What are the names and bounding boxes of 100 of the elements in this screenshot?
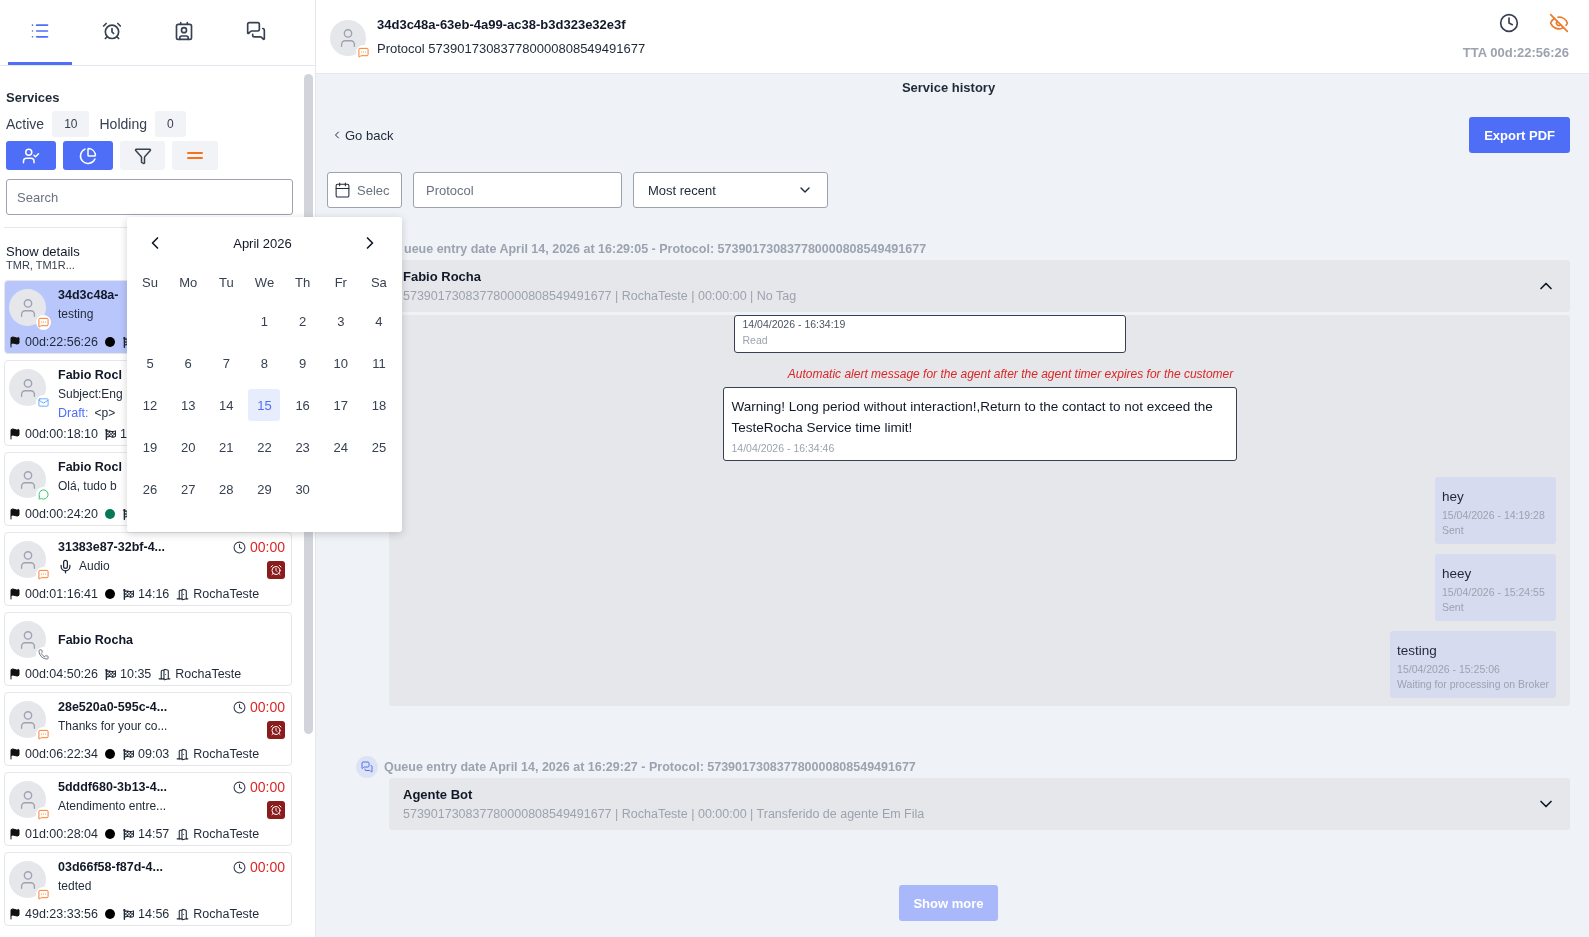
entry-name: Fabio Rocha xyxy=(403,269,481,284)
stats-button[interactable] xyxy=(63,141,113,170)
calendar-day[interactable]: 14 xyxy=(210,389,243,421)
message-time: 14/04/2026 - 16:34:46 xyxy=(731,442,835,454)
finish-time: 1 xyxy=(120,427,127,441)
clock-icon xyxy=(232,860,246,874)
service-card[interactable]: 31383e87-32bf-4... Audio 00:00 00d:01:16:41 14:16 RochaTeste xyxy=(4,532,292,606)
search-field[interactable]: Search xyxy=(6,179,293,215)
calendar-day[interactable]: 29 xyxy=(248,473,281,505)
calendar-day[interactable]: 19 xyxy=(134,431,167,463)
door-icon xyxy=(176,587,190,601)
calendar-day[interactable]: 1 xyxy=(248,305,281,337)
finish-time: 10:35 xyxy=(120,667,152,681)
date-picker-field[interactable]: Selec xyxy=(327,172,402,208)
calendar-day[interactable]: 25 xyxy=(362,431,395,463)
calendar-day[interactable]: 9 xyxy=(286,347,319,379)
weekday-label: Mo xyxy=(179,274,198,292)
calendar-day[interactable]: 22 xyxy=(248,431,281,463)
calendar-day[interactable]: 28 xyxy=(210,473,243,505)
calendar-day[interactable]: 23 xyxy=(286,431,319,463)
message-text: testing xyxy=(1397,643,1437,658)
calendar-day[interactable]: 17 xyxy=(324,389,357,421)
flag-icon xyxy=(9,508,21,520)
calendar-day[interactable]: 18 xyxy=(362,389,395,421)
calendar-day[interactable]: 21 xyxy=(210,431,243,463)
checkered-flag-icon xyxy=(123,588,134,600)
queue-name: RochaTeste xyxy=(193,747,260,761)
weekday-label: Tu xyxy=(219,274,234,292)
calendar-day[interactable]: 8 xyxy=(248,347,281,379)
calendar-day[interactable]: 30 xyxy=(286,473,319,505)
calendar-day[interactable]: 7 xyxy=(210,347,243,379)
message-status: Sent xyxy=(1442,524,1464,536)
door-icon xyxy=(176,747,190,761)
weekday-label: Th xyxy=(295,274,311,292)
export-pdf-button[interactable]: Export PDF xyxy=(1469,117,1570,153)
contact-name: 03d66f58-f87d-4... xyxy=(58,859,163,875)
entry-header[interactable]: Agente Bot 573901730837780000808549491677 | RochaTeste | 00:00:00 | Transferido de agente Em Fila xyxy=(389,778,1570,830)
calendar-day[interactable]: 6 xyxy=(172,347,205,379)
door-icon xyxy=(158,667,172,681)
chat-icon xyxy=(36,887,51,902)
service-card[interactable]: 5dddf680-3b13-4... Atendimento entre... 00:00 01d:00:28:04 14:57 RochaTeste xyxy=(4,772,292,846)
clock-icon xyxy=(232,780,246,794)
calendar-day[interactable]: 16 xyxy=(286,389,319,421)
contact-name: Fabio Rocl xyxy=(58,367,122,383)
elapsed-time: 00d:22:56:26 xyxy=(25,335,98,349)
tta-time: TTA 00d:22:56:26 xyxy=(1462,45,1569,60)
calendar-day[interactable]: 24 xyxy=(324,431,357,463)
message-status: Waiting for processing on Broker xyxy=(1397,678,1549,690)
counter-label: Holding xyxy=(99,116,147,132)
clock-icon[interactable] xyxy=(1499,13,1519,33)
weekday-label: Su xyxy=(142,274,158,292)
last-message: Olá, tudo b xyxy=(58,478,117,494)
back-link[interactable]: Go back xyxy=(331,127,394,143)
calendar-day[interactable]: 3 xyxy=(324,305,357,337)
checkered-flag-icon xyxy=(105,668,116,680)
weekday-label: Fr xyxy=(334,274,347,292)
entry-info: 573901730837780000808549491677 | RochaTeste | 00:00:00 | Transferido de agente Em Fila xyxy=(403,807,925,821)
contact-name: Fabio Rocha xyxy=(58,632,133,648)
checkered-flag-icon xyxy=(123,908,134,920)
service-card[interactable]: 03d66f58-f87d-4... tedted 00:00 49d:23:33:56 14:56 RochaTeste xyxy=(4,852,292,926)
timer: 00:00 xyxy=(232,539,285,555)
door-icon xyxy=(176,827,190,841)
calendar-day[interactable]: 5 xyxy=(134,347,167,379)
assign-button[interactable] xyxy=(6,141,56,170)
message-time: 15/04/2026 - 15:25:06 xyxy=(1397,663,1500,675)
finish-time: 09:03 xyxy=(138,747,170,761)
calendar-day[interactable]: 10 xyxy=(324,347,357,379)
checkered-flag-icon xyxy=(123,828,134,840)
calendar-day[interactable]: 2 xyxy=(286,305,319,337)
chat-icon xyxy=(356,44,371,60)
calendar-day[interactable]: 11 xyxy=(362,347,395,379)
show-details-link[interactable]: Show details xyxy=(6,244,80,259)
calendar-day[interactable]: 26 xyxy=(134,473,167,505)
calendar-day[interactable]: 27 xyxy=(172,473,205,505)
filter-icon xyxy=(133,146,152,165)
calendar-day[interactable]: 20 xyxy=(172,431,205,463)
filter-button[interactable] xyxy=(120,141,165,170)
alarm-clock-icon xyxy=(102,21,122,41)
message-time: 14/04/2026 - 16:34:19 xyxy=(742,318,846,330)
calendar-day[interactable]: 13 xyxy=(172,389,205,421)
last-message: Atendimento entre... xyxy=(58,798,167,814)
service-card[interactable]: 28e520a0-595c-4... Thanks for your co... 00:00 00d:06:22:34 09:03 RochaTeste xyxy=(4,692,292,766)
last-message: Thanks for your co... xyxy=(58,718,168,734)
sort-button[interactable] xyxy=(172,141,218,170)
chat-bubbles-icon xyxy=(246,21,266,41)
order-select[interactable]: Most recent xyxy=(633,172,828,208)
calendar-day[interactable]: 15 xyxy=(248,389,281,421)
calendar-day[interactable]: 12 xyxy=(134,389,167,421)
finish-time: 14:16 xyxy=(138,587,170,601)
weekday-label: We xyxy=(254,274,275,292)
message-status: Sent xyxy=(1442,601,1464,613)
service-card[interactable]: Fabio Rocha 00d:04:50:26 10:35 RochaTeste xyxy=(4,612,292,686)
checkered-flag-icon xyxy=(105,428,116,440)
protocol-field[interactable]: Protocol xyxy=(413,172,622,208)
calendar-icon xyxy=(334,180,351,200)
contact-name: 5dddf680-3b13-4... xyxy=(58,779,168,795)
chat-icon xyxy=(36,315,51,330)
eye-off-icon[interactable] xyxy=(1549,13,1569,33)
counter-label: Active xyxy=(6,116,45,132)
timer: 00:00 xyxy=(232,859,285,875)
